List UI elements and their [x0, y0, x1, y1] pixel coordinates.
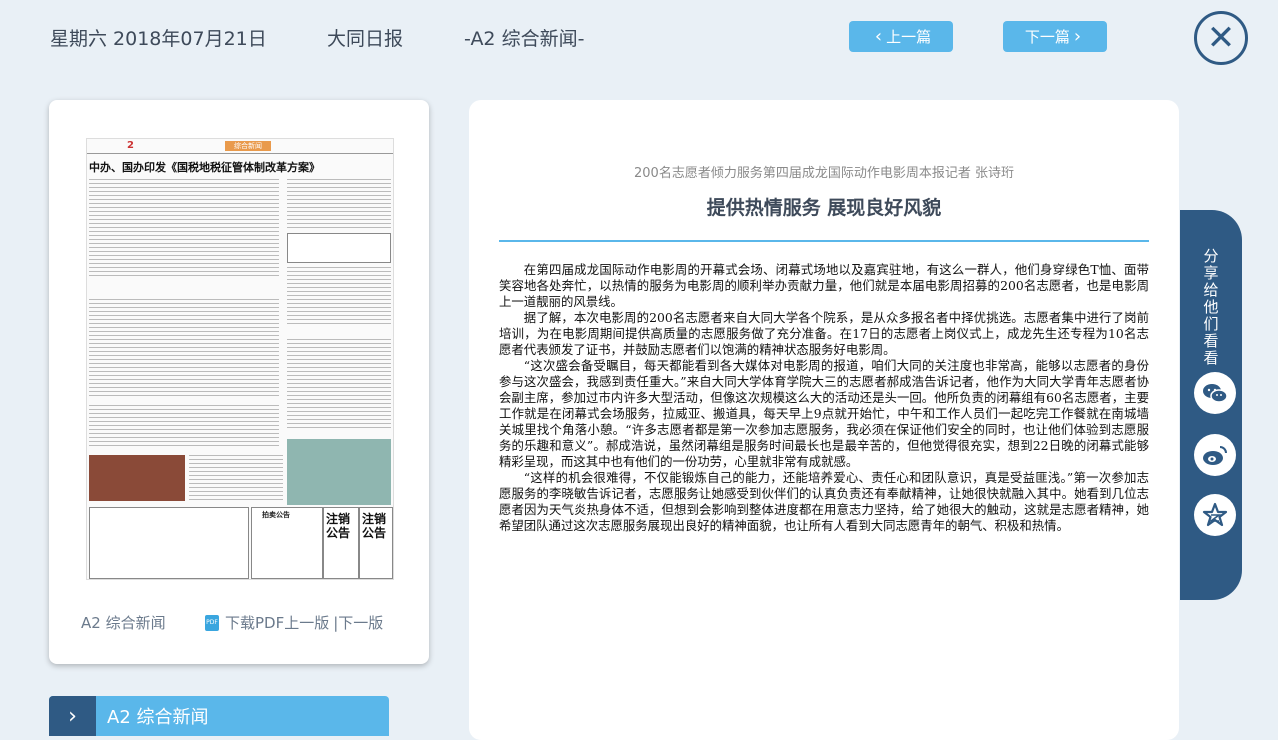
thumbnail-photo [287, 439, 391, 505]
thumbnail-notice-box [89, 507, 249, 579]
weibo-icon [1203, 446, 1227, 465]
thumbnail-text-block [287, 179, 391, 229]
article-panel: 200名志愿者倾力服务第四届成龙国际动作电影周本报记者 张诗珩 提供热情服务 展… [469, 100, 1179, 740]
thumbnail-page-number: 2 [127, 140, 134, 151]
favorite-button[interactable] [1194, 494, 1236, 536]
thumbnail-header: 2 综合新闻 [87, 139, 393, 154]
prev-page-link[interactable]: 上一版 [284, 612, 329, 633]
thumbnail-notice-box: 注销公告 [323, 507, 359, 579]
star-icon [1202, 502, 1228, 527]
chevron-right-icon: › [1073, 26, 1082, 47]
prev-article-button[interactable]: ‹ 上一篇 [849, 21, 953, 52]
share-panel: 分享给他们看看 [1180, 210, 1242, 600]
thumbnail-notice-box: 拍卖公告 [251, 507, 323, 579]
top-bar: 星期六 2018年07月21日 大同日报 -A2 综合新闻- ‹ 上一篇 下一篇… [0, 0, 1278, 78]
thumbnail-headline: 中办、国办印发《国税地税征管体制改革方案》 [89, 161, 320, 174]
pdf-download-link[interactable]: PDF 下载PDF 上一版 |下一版 [205, 612, 383, 633]
section-nav-label: A2 综合新闻 [107, 707, 209, 728]
thumbnail-text-block [89, 405, 279, 449]
paper-name: 大同日报 [327, 28, 404, 50]
thumbnail-edition-label: A2 综合新闻 [81, 614, 166, 632]
chevron-right-icon: › [49, 696, 96, 736]
pdf-download-label: 下载PDF [225, 614, 285, 632]
thumbnail-section-tag: 综合新闻 [225, 141, 271, 151]
next-article-button[interactable]: 下一篇 › [1003, 21, 1107, 52]
chevron-left-icon: ‹ [874, 26, 883, 47]
article-paragraph: “这样的机会很难得，不仅能锻炼自己的能力，还能培养爱心、责任心和团队意识，真是受… [499, 470, 1149, 533]
wechat-icon [1203, 384, 1228, 403]
section-nav-item[interactable]: › A2 综合新闻 [49, 696, 389, 736]
pdf-icon: PDF [205, 614, 219, 631]
title-divider [499, 240, 1149, 242]
article-paragraph: 据了解，本次电影周的200名志愿者来自大同大学各个院系，是从众多报名者中择优挑选… [499, 310, 1149, 357]
thumbnail-notice-title: 注销公告 [362, 512, 387, 540]
thumbnail-text-block [287, 339, 391, 429]
issue-date: 星期六 2018年07月21日 [50, 28, 267, 50]
thumbnail-ad-image [89, 455, 185, 501]
share-weibo-button[interactable] [1194, 434, 1236, 476]
close-icon: ✕ [1206, 18, 1236, 58]
thumbnail-text-block [89, 299, 279, 399]
prev-article-label: 上一篇 [886, 28, 932, 46]
article-title: 提供热情服务 展现良好风貌 [706, 197, 942, 219]
article-paragraph: 在第四届成龙国际动作电影周的开幕式会场、闭幕式场地以及嘉宾驻地，有这么一群人，他… [499, 262, 1149, 309]
close-button[interactable]: ✕ [1194, 11, 1248, 65]
thumbnail-notice-title: 注销公告 [326, 512, 351, 540]
article-paragraph: “这次盛会备受瞩目，每天都能看到各大媒体对电影周的报道，咱们大同的关注度也非常高… [499, 358, 1149, 469]
edition-name: -A2 综合新闻- [464, 28, 585, 50]
page-thumbnail-card: 2 综合新闻 中办、国办印发《国税地税征管体制改革方案》 拍卖公告 注销公告 注… [49, 100, 429, 664]
share-label: 分享给他们看看 [1203, 247, 1219, 367]
thumbnail-text-block [287, 267, 391, 327]
article-body: 在第四届成龙国际动作电影周的开幕式会场、闭幕式场地以及嘉宾驻地，有这么一群人，他… [499, 262, 1149, 534]
next-page-link[interactable]: |下一版 [333, 612, 383, 633]
share-wechat-button[interactable] [1194, 372, 1236, 414]
thumbnail-text-block [189, 455, 283, 501]
thumbnail-notice-box [287, 233, 391, 263]
next-article-label: 下一篇 [1024, 28, 1070, 46]
thumbnail-text-block [89, 179, 279, 279]
page-thumbnail[interactable]: 2 综合新闻 中办、国办印发《国税地税征管体制改革方案》 拍卖公告 注销公告 注… [86, 138, 394, 580]
thumbnail-notice-box: 注销公告 [359, 507, 393, 579]
thumbnail-footer: A2 综合新闻 PDF 下载PDF 上一版 |下一版 [49, 612, 429, 636]
thumbnail-notice-title: 拍卖公告 [262, 511, 290, 519]
article-subtitle: 200名志愿者倾力服务第四届成龙国际动作电影周本报记者 张诗珩 [634, 166, 1014, 181]
